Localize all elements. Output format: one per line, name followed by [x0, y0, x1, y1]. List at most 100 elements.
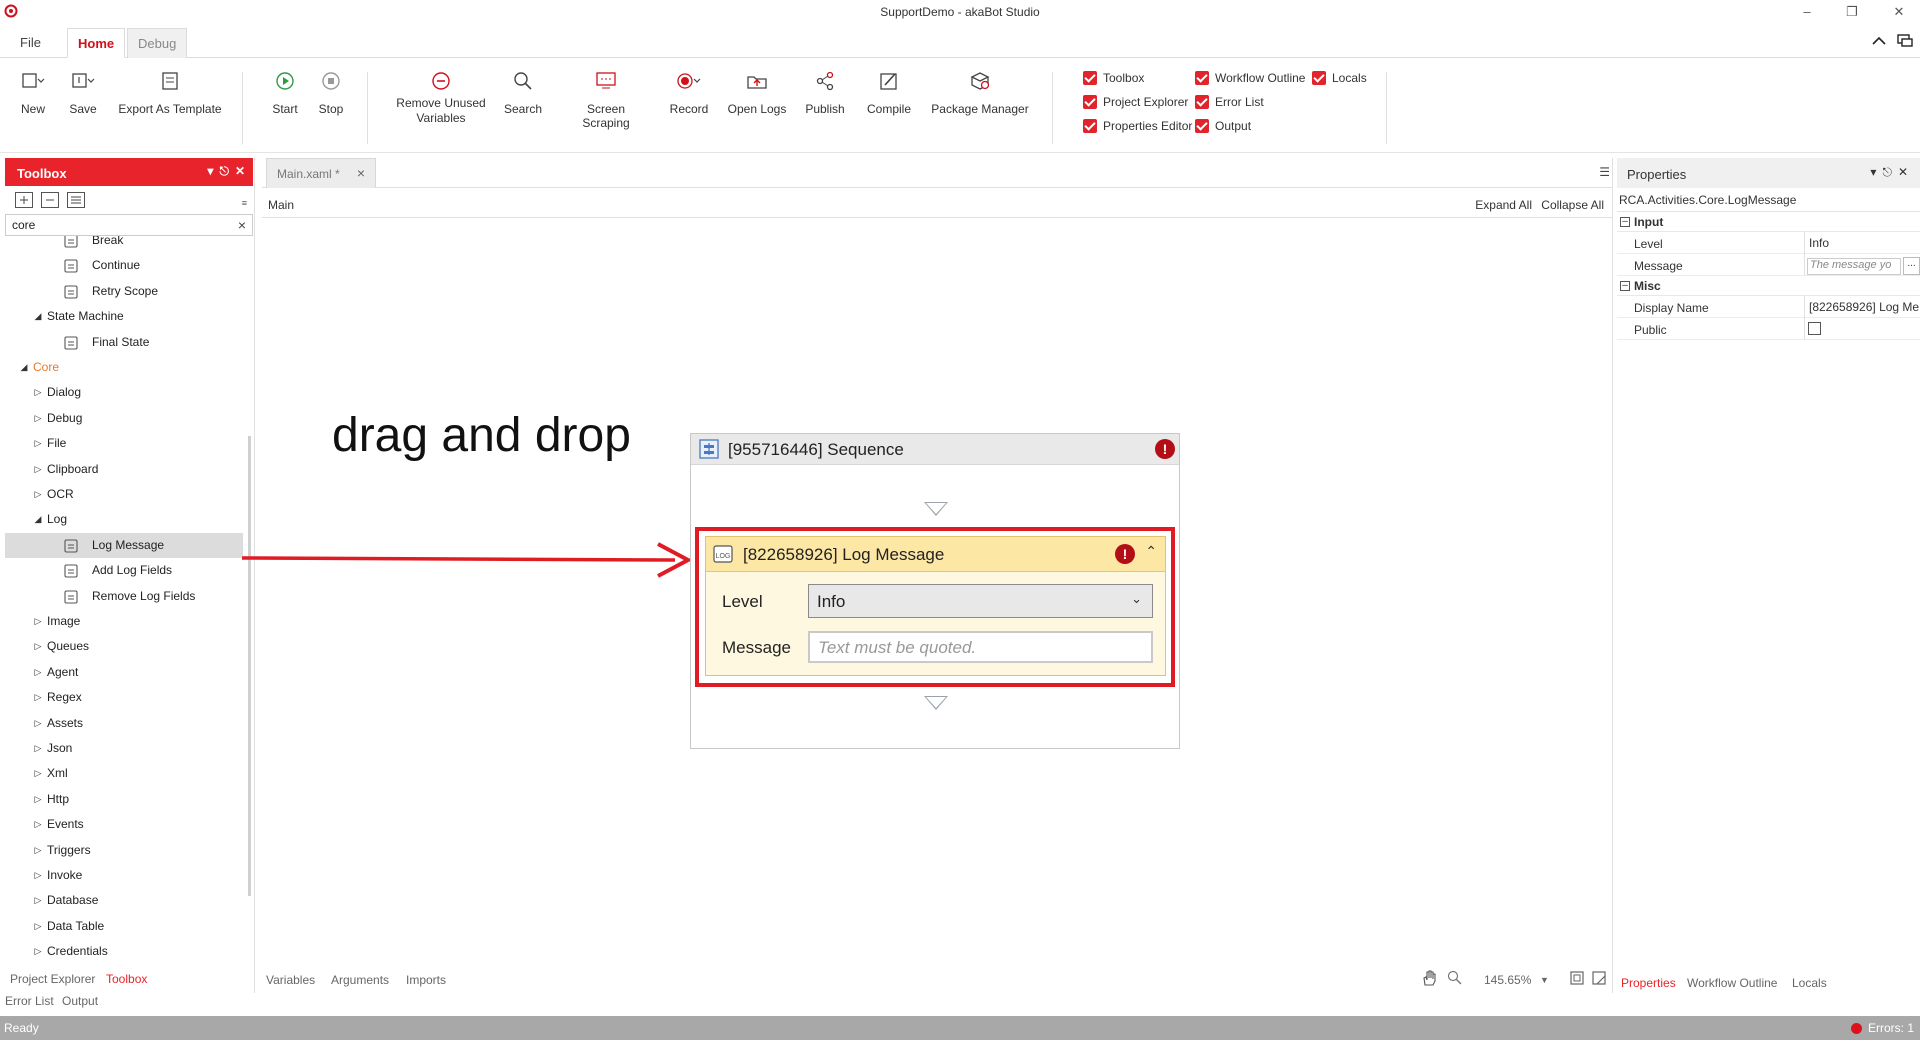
pan-hand-icon[interactable]: [1420, 969, 1438, 987]
tree-item[interactable]: Final State: [5, 330, 243, 355]
property-value-message[interactable]: The message yo: [1807, 258, 1901, 275]
level-dropdown[interactable]: Info ⌄: [808, 584, 1153, 618]
collapse-all-link[interactable]: Collapse All: [1541, 198, 1604, 212]
zoom-dropdown-icon[interactable]: ▼: [1540, 975, 1549, 985]
collapsed-arrow-icon[interactable]: ▷: [33, 863, 43, 888]
tree-item[interactable]: Add Log Fields: [5, 558, 243, 583]
open-logs-button[interactable]: Open Logs: [727, 68, 787, 116]
collapse-activity-icon[interactable]: ⌃: [1145, 543, 1157, 560]
close-icon[interactable]: ✕: [235, 164, 245, 179]
log-message-header[interactable]: LOG [822658926] Log Message ! ⌃: [706, 537, 1165, 572]
collapsed-arrow-icon[interactable]: ▷: [33, 838, 43, 863]
tree-item[interactable]: ▷ Database: [5, 888, 243, 913]
tree-item[interactable]: ▷ Clipboard: [5, 457, 243, 482]
ellipsis-button[interactable]: ...: [1903, 257, 1920, 275]
tab-variables[interactable]: Variables: [266, 973, 315, 987]
record-button[interactable]: Record: [669, 68, 709, 116]
collapsed-arrow-icon[interactable]: ▷: [33, 888, 43, 913]
tree-item[interactable]: ▷ Triggers: [5, 838, 243, 863]
tab-output[interactable]: Output: [62, 994, 98, 1008]
tree-item[interactable]: ▷ Xml: [5, 761, 243, 786]
feedback-icon[interactable]: [1896, 32, 1914, 50]
tree-item[interactable]: Log Message: [5, 532, 243, 558]
expanded-arrow-icon[interactable]: ◢: [33, 507, 43, 532]
dropdown-arrow-icon[interactable]: ▾: [207, 164, 213, 179]
collapsed-arrow-icon[interactable]: ▷: [33, 761, 43, 786]
tree-item[interactable]: ▷ Json: [5, 736, 243, 761]
expand-all-icon[interactable]: [15, 192, 33, 208]
minimize-button[interactable]: –: [1798, 3, 1816, 21]
tab-project-explorer[interactable]: Project Explorer: [10, 972, 95, 986]
tab-locals[interactable]: Locals: [1792, 976, 1827, 990]
collapsed-arrow-icon[interactable]: ▷: [33, 736, 43, 761]
pin-icon[interactable]: ⎋: [1882, 165, 1892, 180]
collapsed-arrow-icon[interactable]: ▷: [33, 939, 43, 956]
message-input[interactable]: Text must be quoted.: [808, 631, 1153, 663]
collapsed-arrow-icon[interactable]: ▷: [33, 660, 43, 685]
package-manager-button[interactable]: Package Manager: [930, 68, 1030, 116]
export-as-template-button[interactable]: Export As Template: [116, 68, 224, 116]
remove-unused-variables-button[interactable]: Remove Unused Variables: [395, 68, 487, 126]
collapsed-arrow-icon[interactable]: ▷: [33, 482, 43, 507]
tab-error-list[interactable]: Error List: [5, 994, 54, 1008]
tree-item[interactable]: ▷ Data Table: [5, 914, 243, 939]
tab-imports[interactable]: Imports: [406, 973, 446, 987]
zoom-level[interactable]: 145.65%: [1484, 973, 1531, 987]
tree-item[interactable]: ▷ Image: [5, 609, 243, 634]
tree-item[interactable]: ▷ Dialog: [5, 380, 243, 405]
tree-item[interactable]: ▷ File: [5, 431, 243, 456]
new-button[interactable]: New: [14, 68, 52, 116]
error-icon[interactable]: !: [1155, 439, 1175, 459]
workflow-outline-checkbox[interactable]: Workflow Outline: [1195, 71, 1305, 85]
tree-item[interactable]: Continue: [5, 253, 243, 278]
dropdown-arrow-icon[interactable]: ▾: [1870, 165, 1876, 180]
tree-item[interactable]: ▷ Regex: [5, 685, 243, 710]
collapse-all-icon[interactable]: [41, 192, 59, 208]
fit-to-screen-icon[interactable]: [1568, 969, 1586, 987]
tree-item[interactable]: Remove Log Fields: [5, 584, 243, 609]
collapsed-arrow-icon[interactable]: ▷: [33, 685, 43, 710]
tree-item[interactable]: ▷ Assets: [5, 711, 243, 736]
tab-properties[interactable]: Properties: [1621, 976, 1676, 990]
tree-item[interactable]: ▷ Agent: [5, 660, 243, 685]
tab-arguments[interactable]: Arguments: [331, 973, 389, 987]
tree-item[interactable]: ▷ Events: [5, 812, 243, 837]
tree-item[interactable]: ◢ Core: [5, 355, 243, 380]
category-misc[interactable]: – Misc: [1617, 276, 1920, 296]
tree-item[interactable]: Retry Scope: [5, 279, 243, 304]
publish-button[interactable]: Publish: [803, 68, 847, 116]
collapsed-arrow-icon[interactable]: ▷: [33, 406, 43, 431]
collapse-category-icon[interactable]: –: [1620, 281, 1630, 291]
error-count[interactable]: Errors: 1: [1850, 1021, 1914, 1035]
tree-item[interactable]: ▷ Debug: [5, 406, 243, 431]
collapsed-arrow-icon[interactable]: ▷: [33, 609, 43, 634]
tab-workflow-outline[interactable]: Workflow Outline: [1687, 976, 1777, 990]
close-window-button[interactable]: ✕: [1890, 3, 1908, 21]
pin-icon[interactable]: ⎋: [219, 164, 229, 179]
clear-search-icon[interactable]: ×: [238, 217, 246, 233]
drop-target-icon[interactable]: [924, 696, 948, 710]
list-view-icon[interactable]: [67, 192, 85, 208]
tree-item[interactable]: ▷ Queues: [5, 634, 243, 659]
collapsed-arrow-icon[interactable]: ▷: [33, 634, 43, 659]
properties-editor-checkbox[interactable]: Properties Editor: [1083, 119, 1192, 133]
collapsed-arrow-icon[interactable]: ▷: [33, 812, 43, 837]
property-value-display-name[interactable]: [822658926] Log Me: [1807, 300, 1920, 317]
expanded-arrow-icon[interactable]: ◢: [33, 304, 43, 329]
tree-item[interactable]: Break: [5, 236, 243, 253]
sequence-header[interactable]: [955716446] Sequence !: [691, 434, 1179, 465]
collapsed-arrow-icon[interactable]: ▷: [33, 787, 43, 812]
start-button[interactable]: Start: [270, 68, 300, 116]
locals-checkbox[interactable]: Locals: [1312, 71, 1367, 85]
category-input[interactable]: – Input: [1617, 212, 1920, 232]
breadcrumb-main[interactable]: Main: [268, 198, 294, 212]
zoom-icon[interactable]: [1446, 969, 1464, 987]
collapsed-arrow-icon[interactable]: ▷: [33, 914, 43, 939]
expanded-arrow-icon[interactable]: ◢: [19, 355, 29, 380]
tab-debug[interactable]: Debug: [127, 28, 188, 58]
close-tab-icon[interactable]: ×: [357, 165, 365, 181]
project-explorer-checkbox[interactable]: Project Explorer: [1083, 95, 1188, 109]
search-button[interactable]: Search: [503, 68, 543, 116]
tree-item[interactable]: ◢ Log: [5, 507, 243, 532]
close-icon[interactable]: ✕: [1898, 165, 1908, 180]
